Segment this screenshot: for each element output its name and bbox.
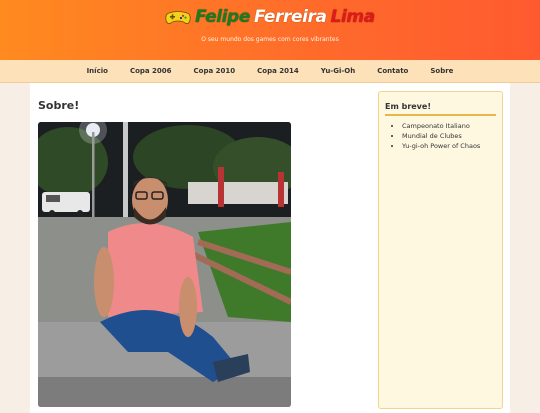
main-nav: Início Copa 2006 Copa 2010 Copa 2014 Yu-…	[0, 60, 540, 83]
site-subtitle: O seu mundo dos games com cores vibrante…	[201, 36, 339, 43]
nav-item-yugioh[interactable]: Yu-Gi-Oh	[321, 67, 355, 75]
title-word-first: Felipe	[195, 7, 250, 27]
page-title: Sobre!	[38, 99, 80, 112]
nav-item-sobre[interactable]: Sobre	[430, 67, 453, 75]
game-controller-icon	[165, 10, 191, 24]
title-word-middle: Ferreira	[253, 7, 327, 27]
sidebar-heading: Em breve!	[385, 102, 496, 116]
site-header: Felipe Ferreira Lima O seu mundo dos gam…	[0, 0, 540, 60]
list-item: Yu-gi-oh Power of Chaos	[402, 142, 502, 150]
page-content: Sobre! Em breve! • Campeonato Italiano •…	[30, 83, 510, 413]
title-word-last: Lima	[330, 7, 376, 27]
list-item: Campeonato Italiano	[402, 122, 502, 130]
nav-item-inicio[interactable]: Início	[87, 67, 108, 75]
profile-photo	[38, 122, 291, 407]
site-title[interactable]: Felipe Ferreira Lima	[0, 4, 540, 30]
sidebar: Em breve! Campeonato Italiano Mundial de…	[378, 91, 503, 409]
nav-item-copa-2014[interactable]: Copa 2014	[257, 67, 299, 75]
list-item: Mundial de Clubes	[402, 132, 502, 140]
coming-soon-list: Campeonato Italiano Mundial de Clubes Yu…	[379, 122, 502, 150]
nav-item-copa-2010[interactable]: Copa 2010	[194, 67, 236, 75]
nav-item-contato[interactable]: Contato	[377, 67, 408, 75]
nav-item-copa-2006[interactable]: Copa 2006	[130, 67, 172, 75]
